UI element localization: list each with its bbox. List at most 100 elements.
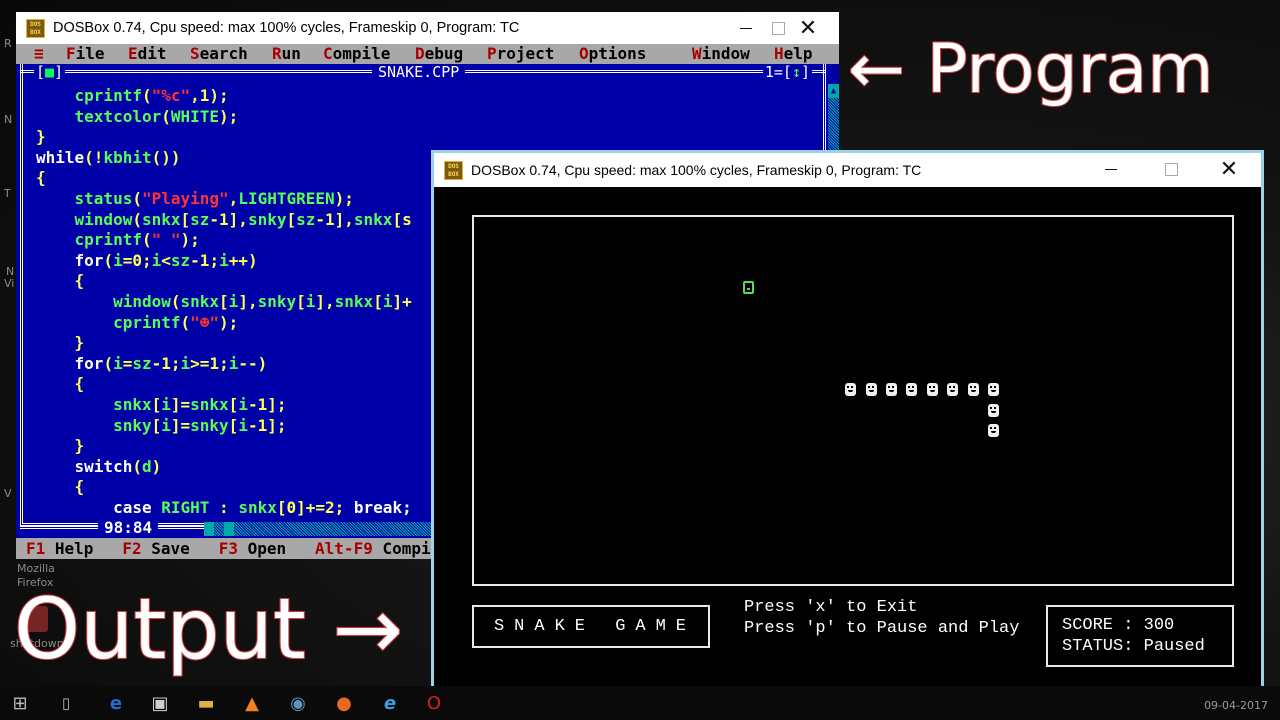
menu-window[interactable]: Window	[692, 44, 750, 64]
output-window: DOS BOX DOSBox 0.74, Cpu speed: max 100% …	[431, 150, 1264, 703]
code-token: }	[36, 333, 85, 353]
scroll-thumb[interactable]	[224, 522, 234, 536]
close-button[interactable]: ✕	[778, 12, 838, 44]
code-token: snkx	[141, 209, 181, 229]
menu-system[interactable]: ≡	[34, 44, 44, 64]
scroll-left-arrow-icon[interactable]	[204, 522, 214, 536]
close-button[interactable]: ✕	[1199, 153, 1259, 185]
code-line: case RIGHT : snkx[0]+=2; break;	[36, 498, 412, 519]
code-token: [	[296, 291, 306, 311]
status-label: STATUS:	[1062, 637, 1144, 656]
media-icon[interactable]: ◉	[286, 691, 310, 715]
editor-zoom-box[interactable]: 1=[↕]	[762, 63, 812, 81]
output-title-bar[interactable]: DOS BOX DOSBox 0.74, Cpu speed: max 100% …	[434, 153, 1261, 187]
annotation-output: Output →	[13, 579, 404, 679]
code-token: [	[219, 291, 229, 311]
menu-search[interactable]: Search	[190, 44, 248, 64]
code-token: snkx	[113, 394, 152, 414]
opera-icon[interactable]: O	[422, 691, 446, 715]
menu-label: indow	[701, 44, 750, 63]
desktop-label: Vi	[4, 277, 15, 290]
code-token: (	[103, 353, 114, 373]
menu-run[interactable]: Run	[272, 44, 301, 64]
menu-edit[interactable]: Edit	[128, 44, 167, 64]
code-token: [	[151, 394, 162, 414]
code-token: LIGHTGREEN	[238, 188, 335, 208]
code-token: }	[36, 436, 85, 456]
code-token: snkx	[353, 209, 393, 229]
code-token: [	[228, 394, 239, 414]
menu-label: dit	[137, 44, 167, 63]
maximize-button[interactable]	[1141, 153, 1201, 185]
code-token: snkx	[238, 497, 277, 517]
code-line: window(snkx[i],snky[i],snkx[i]+	[36, 292, 412, 313]
score-label: SCORE :	[1062, 616, 1144, 635]
menu-compile[interactable]: Compile	[323, 44, 390, 64]
code-token: i	[228, 353, 239, 373]
menu-hotkey: W	[692, 44, 702, 63]
file-explorer-icon[interactable]: ▬	[194, 691, 218, 715]
snake-segment-icon	[845, 383, 857, 396]
ide-title-bar[interactable]: DOS BOX DOSBox 0.74, Cpu speed: max 100% …	[16, 12, 839, 44]
code-token: {	[36, 271, 85, 291]
menu-hotkey: O	[579, 44, 589, 63]
store-icon[interactable]: ▣	[148, 691, 172, 715]
code-line: snky[i]=snky[i-1];	[36, 416, 412, 437]
close-box-icon: ■	[45, 63, 55, 81]
minimize-button[interactable]	[1081, 153, 1141, 185]
code-line: cprintf("☻");	[36, 313, 412, 334]
ie-icon[interactable]: e	[378, 691, 402, 715]
code-line: {	[36, 477, 412, 498]
fkey-compile[interactable]: Alt-F9 Compil	[315, 539, 440, 558]
menu-label: earch	[199, 44, 248, 63]
game-screen[interactable]: SNAKE GAME Press 'x' to Exit Press 'p' to…	[434, 187, 1261, 700]
code-line: cprintf(" ");	[36, 230, 412, 251]
status-value: Paused	[1143, 637, 1205, 656]
code-token: (	[141, 230, 152, 250]
code-token: i	[228, 291, 239, 311]
code-editor[interactable]: cprintf("%c",1); textcolor(WHITE);} while…	[36, 86, 412, 518]
code-token: (!	[84, 147, 104, 167]
code-token: "%c"	[151, 86, 191, 105]
food-icon	[743, 280, 755, 294]
code-token: switch	[74, 456, 133, 476]
firefox-icon[interactable]: ●	[332, 691, 356, 715]
code-token: )	[151, 456, 162, 476]
code-token: i	[113, 353, 123, 373]
scroll-up-arrow-icon[interactable]: ▲	[828, 84, 839, 98]
code-token: >=1;	[190, 353, 229, 373]
menu-hotkey: S	[190, 44, 200, 63]
code-token: while	[36, 147, 85, 167]
menu-project[interactable]: Project	[487, 44, 554, 64]
bracket: ]	[800, 63, 810, 81]
fkey-open[interactable]: F3 Open	[219, 539, 286, 558]
menu-label: roject	[496, 44, 555, 63]
code-token: i	[161, 415, 171, 435]
fkey-save[interactable]: F2 Save	[122, 539, 189, 558]
code-token: ],	[315, 291, 335, 311]
fkey-help[interactable]: F1 Help	[26, 539, 93, 558]
menu-hotkey: F	[66, 44, 76, 63]
start-icon[interactable]: ⊞	[8, 691, 32, 715]
editor-close-box[interactable]: [■]	[34, 63, 66, 81]
menu-hotkey: R	[272, 44, 282, 63]
code-token: -1],	[209, 209, 248, 229]
bracket: [	[36, 63, 46, 81]
game-title-box: SNAKE GAME	[472, 605, 710, 648]
task-view-icon[interactable]: ▯	[54, 691, 78, 715]
code-token: status	[74, 188, 133, 208]
menu-help[interactable]: Help	[774, 44, 813, 64]
vlc-icon[interactable]: ▲	[240, 691, 264, 715]
menu-debug[interactable]: Debug	[415, 44, 463, 64]
code-token: i	[151, 250, 162, 270]
menu-file[interactable]: File	[66, 44, 105, 64]
code-token: sz	[190, 209, 210, 229]
menu-options[interactable]: Options	[579, 44, 646, 64]
edge-icon[interactable]: e	[104, 691, 128, 715]
menu-hotkey: P	[487, 44, 497, 63]
code-token: snky	[113, 415, 152, 435]
code-token: i	[113, 250, 123, 270]
